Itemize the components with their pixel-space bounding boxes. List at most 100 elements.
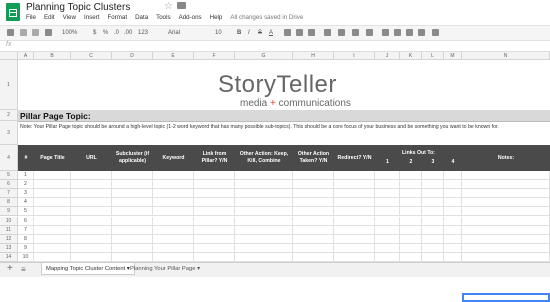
table-cell[interactable]	[235, 234, 293, 244]
table-cell[interactable]	[334, 234, 375, 244]
row-header[interactable]: 5	[0, 171, 18, 181]
table-cell[interactable]	[375, 180, 400, 190]
table-cell[interactable]	[422, 234, 444, 244]
column-header-a[interactable]: A	[18, 52, 34, 60]
table-cell[interactable]	[444, 225, 462, 235]
menu-data[interactable]: Data	[135, 14, 148, 21]
table-cell[interactable]	[334, 207, 375, 217]
table-cell[interactable]	[194, 234, 235, 244]
table-cell[interactable]	[112, 243, 153, 253]
table-cell[interactable]	[34, 216, 71, 226]
insert-comment-icon[interactable]	[394, 29, 401, 36]
table-cell[interactable]	[153, 216, 194, 226]
table-cell[interactable]	[112, 225, 153, 235]
table-cell[interactable]	[375, 207, 400, 217]
table-cell[interactable]	[34, 225, 71, 235]
table-cell[interactable]	[235, 198, 293, 208]
table-cell[interactable]	[71, 198, 112, 208]
table-cell[interactable]	[375, 198, 400, 208]
table-cell[interactable]	[153, 198, 194, 208]
menu-file[interactable]: File	[26, 14, 36, 21]
column-header-j[interactable]: J	[375, 52, 400, 60]
table-cell[interactable]	[375, 216, 400, 226]
row-header[interactable]: 9	[0, 207, 18, 217]
sheets-logo-icon[interactable]	[6, 3, 20, 21]
table-cell[interactable]	[422, 180, 444, 190]
table-cell[interactable]	[293, 198, 334, 208]
merge-cells-icon[interactable]	[308, 29, 315, 36]
table-cell[interactable]	[334, 225, 375, 235]
row-header[interactable]: 6	[0, 180, 18, 190]
row-header[interactable]: 2	[0, 110, 18, 121]
table-cell[interactable]	[422, 252, 444, 262]
row-header[interactable]: 7	[0, 189, 18, 199]
currency-button[interactable]: $	[93, 28, 96, 38]
text-rotation-icon[interactable]	[366, 29, 373, 36]
table-cell[interactable]	[375, 234, 400, 244]
number-format-button[interactable]: 123	[138, 28, 148, 38]
table-cell[interactable]	[422, 225, 444, 235]
sheet-list-icon[interactable]: ≡	[21, 265, 26, 274]
insert-link-icon[interactable]	[382, 29, 389, 36]
table-cell[interactable]	[462, 189, 550, 199]
table-cell[interactable]	[194, 243, 235, 253]
row-header[interactable]: 11	[0, 225, 18, 235]
table-cell[interactable]	[293, 207, 334, 217]
column-header-l[interactable]: L	[422, 52, 444, 60]
table-cell[interactable]	[293, 234, 334, 244]
table-cell[interactable]	[71, 234, 112, 244]
column-header-m[interactable]: M	[444, 52, 462, 60]
table-cell[interactable]	[112, 189, 153, 199]
table-cell[interactable]	[34, 171, 71, 181]
table-cell[interactable]	[153, 234, 194, 244]
table-cell[interactable]	[71, 207, 112, 217]
horizontal-align-icon[interactable]	[324, 29, 331, 36]
table-cell[interactable]	[375, 189, 400, 199]
table-cell[interactable]	[422, 171, 444, 181]
column-header-c[interactable]: C	[71, 52, 112, 60]
table-cell[interactable]	[153, 207, 194, 217]
increase-decimal-button[interactable]: .00	[124, 28, 132, 38]
table-cell[interactable]	[71, 216, 112, 226]
table-cell[interactable]	[444, 180, 462, 190]
table-cell[interactable]	[334, 252, 375, 262]
table-cell[interactable]	[462, 171, 550, 181]
tab-dropdown-icon[interactable]: ▾	[197, 266, 200, 272]
table-cell[interactable]	[112, 171, 153, 181]
folder-icon[interactable]	[177, 2, 186, 9]
row-number-cell[interactable]: 8	[18, 234, 34, 244]
table-cell[interactable]	[462, 252, 550, 262]
document-title[interactable]: Planning Topic Clusters	[26, 2, 130, 13]
table-cell[interactable]	[71, 252, 112, 262]
table-cell[interactable]	[293, 225, 334, 235]
column-header-b[interactable]: B	[34, 52, 71, 60]
table-cell[interactable]	[34, 243, 71, 253]
table-cell[interactable]	[422, 189, 444, 199]
table-cell[interactable]	[422, 198, 444, 208]
bold-button[interactable]: B	[237, 28, 241, 38]
table-cell[interactable]	[375, 252, 400, 262]
table-cell[interactable]	[334, 198, 375, 208]
insert-chart-icon[interactable]	[406, 29, 413, 36]
decrease-decimal-button[interactable]: .0	[114, 28, 119, 38]
table-cell[interactable]	[400, 180, 422, 190]
menu-insert[interactable]: Insert	[84, 14, 99, 21]
menu-addons[interactable]: Add-ons	[179, 14, 202, 21]
table-cell[interactable]	[400, 243, 422, 253]
table-cell[interactable]	[444, 198, 462, 208]
table-cell[interactable]	[34, 252, 71, 262]
table-cell[interactable]	[422, 216, 444, 226]
column-header-e[interactable]: E	[153, 52, 194, 60]
percent-button[interactable]: %	[103, 28, 108, 38]
table-cell[interactable]	[334, 180, 375, 190]
star-icon[interactable]: ☆	[164, 1, 173, 12]
row-header[interactable]: 8	[0, 198, 18, 208]
table-cell[interactable]	[194, 171, 235, 181]
table-cell[interactable]	[71, 225, 112, 235]
borders-icon[interactable]	[296, 29, 303, 36]
table-cell[interactable]	[153, 189, 194, 199]
column-header-g[interactable]: G	[235, 52, 293, 60]
table-cell[interactable]	[375, 225, 400, 235]
selected-cell[interactable]	[462, 293, 550, 302]
table-cell[interactable]	[444, 243, 462, 253]
